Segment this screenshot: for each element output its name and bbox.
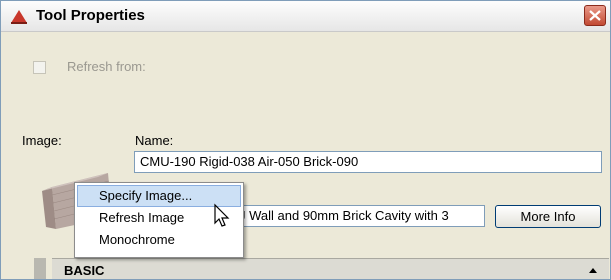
section-header-basic[interactable]: BASIC — [52, 258, 609, 279]
collapse-arrow-icon[interactable] — [589, 268, 597, 273]
name-input[interactable]: CMU-190 Rigid-038 Air-050 Brick-090 — [134, 151, 602, 173]
more-info-label: More Info — [520, 209, 576, 224]
tool-properties-window: Tool Properties Refresh from: Image: Nam… — [0, 0, 611, 280]
app-icon — [11, 10, 27, 24]
section-title: BASIC — [64, 263, 105, 278]
more-info-button[interactable]: More Info — [495, 205, 601, 228]
description-input[interactable]: J Wall and 90mm Brick Cavity with 3 — [233, 205, 485, 227]
section-gutter — [34, 258, 46, 279]
refresh-label: Refresh from: — [67, 59, 146, 74]
close-icon — [589, 10, 601, 21]
image-label: Image: — [22, 133, 62, 148]
window-title: Tool Properties — [36, 7, 145, 24]
menu-item-monochrome[interactable]: Monochrome — [77, 229, 241, 251]
mouse-pointer-icon — [214, 203, 230, 227]
name-label: Name: — [135, 133, 174, 148]
title-bar[interactable]: Tool Properties — [1, 1, 610, 32]
refresh-checkbox[interactable] — [33, 61, 46, 74]
close-button[interactable] — [584, 5, 606, 26]
